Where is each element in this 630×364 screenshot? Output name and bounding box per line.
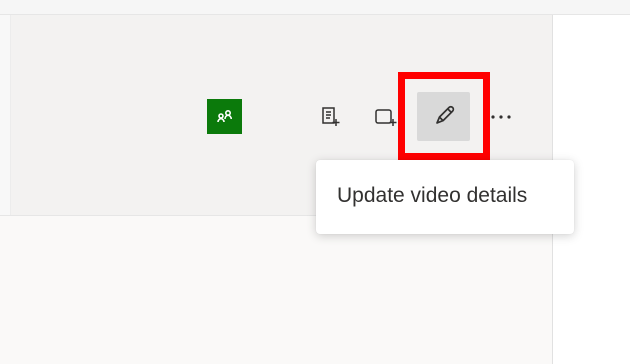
- add-screen-button[interactable]: [369, 100, 403, 134]
- people-button[interactable]: [207, 99, 242, 134]
- pencil-icon: [430, 103, 458, 131]
- more-icon: [488, 112, 514, 122]
- tooltip-text: Update video details: [337, 184, 528, 207]
- app-frame: Update video details: [0, 0, 630, 364]
- update-video-details-button[interactable]: [417, 92, 470, 141]
- add-list-icon: [319, 105, 343, 129]
- people-icon: [216, 109, 234, 125]
- add-list-button[interactable]: [314, 100, 348, 134]
- tooltip: Update video details: [316, 160, 574, 234]
- lower-content-area: [0, 215, 552, 364]
- top-strip: [0, 0, 630, 15]
- more-options-button[interactable]: [484, 100, 518, 134]
- add-screen-icon: [373, 105, 399, 129]
